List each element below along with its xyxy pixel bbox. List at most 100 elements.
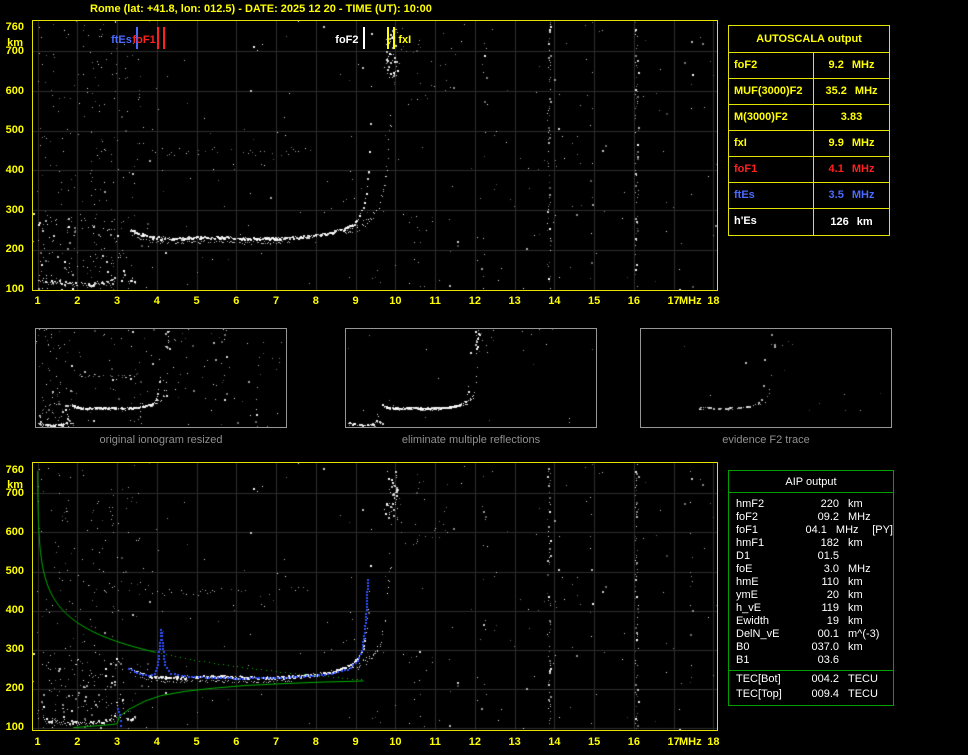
aip-row: foE 3.0 MHz [729, 563, 893, 576]
aip-parameter-value: 110 [821, 576, 839, 588]
x-axis-tick: 13 [508, 295, 521, 307]
x-axis-tick: 15 [588, 295, 601, 307]
aip-title: AIP output [729, 471, 893, 493]
value-unit: MHz [851, 137, 875, 149]
aip-parameter-unit: MHz [835, 524, 859, 536]
marker-foF1-label: foF1 [132, 34, 156, 46]
x-axis-tick: 15 [588, 736, 601, 748]
y-axis-tick: 100 [5, 283, 24, 296]
thumbnail-f2-trace [640, 328, 892, 428]
thumbnail-original-ionogram [35, 328, 287, 428]
aip-row: Ewidth 19 km [729, 615, 893, 628]
aip-row: hmF1 182 km [729, 537, 893, 550]
x-axis-tick: 9 [352, 736, 359, 748]
aip-parameter-extra [888, 563, 889, 576]
aip-parameter-name: foF2 [736, 511, 759, 523]
y-axis-tick: 760 [5, 21, 24, 33]
aip-row: D1 01.5 [729, 550, 893, 563]
x-axis-tick: 3 [113, 295, 121, 307]
aip-parameter-name: hmE [736, 576, 759, 588]
y-axis-tick: 400 [5, 604, 24, 617]
value-unit: MHz [851, 59, 875, 71]
aip-parameter-extra [888, 589, 889, 602]
aip-parameter-name: DelN_vE [736, 628, 780, 640]
x-unit-label-bottom: MHz [679, 736, 702, 748]
parameter-name: M(3000)F2 [729, 105, 814, 130]
aip-row: TEC[Bot] 004.2 TECU [729, 670, 893, 688]
aip-parameter-unit [839, 654, 888, 667]
value-number: 3.83 [840, 111, 863, 123]
aip-parameter-name: TEC[Bot] [736, 673, 781, 685]
parameter-value: 9.2 MHz [814, 53, 889, 78]
thumbnail-caption-2: eliminate multiple reflections [401, 434, 541, 446]
marker-fxI-line [393, 27, 396, 49]
aip-parameter-value: 119 [821, 602, 839, 614]
x-axis-tick: 1 [34, 736, 41, 748]
aip-panel: AIP output hmF2 220 km foF2 09.2 MHz foF… [728, 470, 894, 706]
ionogram-canvas-top [33, 21, 717, 290]
value-unit: MHz [854, 85, 878, 97]
thumbnail-caption-3: evidence F2 trace [722, 434, 810, 446]
aip-row: B0 037.0 km [729, 641, 893, 654]
value-number: 3.5 [828, 189, 844, 201]
aip-parameter-name: foE [736, 563, 753, 575]
x-axis-tick: 8 [312, 736, 319, 748]
aip-row: DelN_vE 00.1 m^(-3) [729, 628, 893, 641]
aip-parameter-unit: km [848, 498, 863, 510]
aip-parameter-value: 004.2 [811, 673, 839, 685]
aip-parameter-value: 04.1 [805, 524, 827, 536]
aip-parameter-extra [888, 673, 889, 688]
aip-parameter-name: hmF1 [736, 537, 765, 549]
ionogram-canvas-bottom [33, 463, 717, 730]
aip-parameter-value: 037.0 [811, 641, 839, 653]
aip-parameter-extra [888, 654, 889, 667]
x-axis-tick: 7 [272, 736, 280, 748]
y-axis-tick: 200 [5, 682, 24, 695]
autoscala-rows: foF2 9.2 MHz MUF(3000)F2 35.2 MHz M(3000… [729, 53, 889, 235]
x-axis-tick: 3 [113, 736, 121, 748]
autoscala-row: h'Es 126 km [729, 209, 889, 235]
parameter-value: 9.9 MHz [814, 131, 889, 156]
x-axis-tick: 11 [429, 295, 441, 307]
ionogram-plot-bottom [32, 462, 718, 731]
x-axis-tick: 2 [74, 736, 81, 748]
x-axis-tick: 8 [312, 295, 319, 307]
x-axis-tick: 7 [272, 295, 280, 307]
aip-parameter-unit: TECU [848, 673, 878, 685]
y-axis-tick: 600 [5, 84, 24, 97]
value-unit: km [856, 215, 873, 228]
x-axis-tick: 12 [468, 295, 481, 307]
value-unit: MHz [851, 163, 875, 175]
aip-parameter-value: 009.4 [811, 688, 839, 700]
aip-parameter-value: 09.2 [817, 511, 839, 523]
x-axis-tick: 10 [389, 736, 402, 748]
parameter-name: ftEs [729, 183, 814, 208]
y-axis-tick: 300 [5, 203, 24, 216]
aip-parameter-unit: km [848, 537, 863, 549]
aip-parameter-extra [888, 511, 889, 524]
parameter-value: 35.2 MHz [814, 79, 889, 104]
autoscala-row: ftEs 3.5 MHz [729, 183, 889, 209]
aip-parameter-value: 00.1 [817, 628, 839, 640]
app-window: Rome (lat: +41.8, lon: 012.5) - DATE: 20… [0, 0, 968, 755]
aip-parameter-unit: m^(-3) [848, 628, 880, 640]
aip-parameter-name: B0 [736, 641, 750, 653]
autoscala-row: foF2 9.2 MHz [729, 53, 889, 79]
aip-parameter-extra [888, 602, 889, 615]
marker-foF2-label: foF2 [335, 34, 359, 46]
x-axis-tick: 16 [627, 736, 641, 748]
aip-row: hmE 110 km [729, 576, 893, 589]
value-number: 9.2 [828, 59, 844, 71]
aip-parameter-value: 220 [820, 498, 839, 510]
aip-parameter-extra [888, 615, 889, 628]
aip-row: B1 03.6 [729, 654, 893, 667]
aip-parameter-name: B1 [736, 654, 750, 666]
thumbnail-canvas-2 [346, 329, 596, 427]
x-axis-tick: 2 [74, 295, 81, 307]
marker-foF2-line [362, 27, 365, 49]
x-axis-tick: 4 [153, 295, 160, 307]
aip-parameter-value: 3.0 [823, 563, 839, 575]
parameter-name: fxI [729, 131, 814, 156]
aip-parameter-unit [839, 550, 888, 563]
parameter-value: 126 km [814, 209, 889, 235]
